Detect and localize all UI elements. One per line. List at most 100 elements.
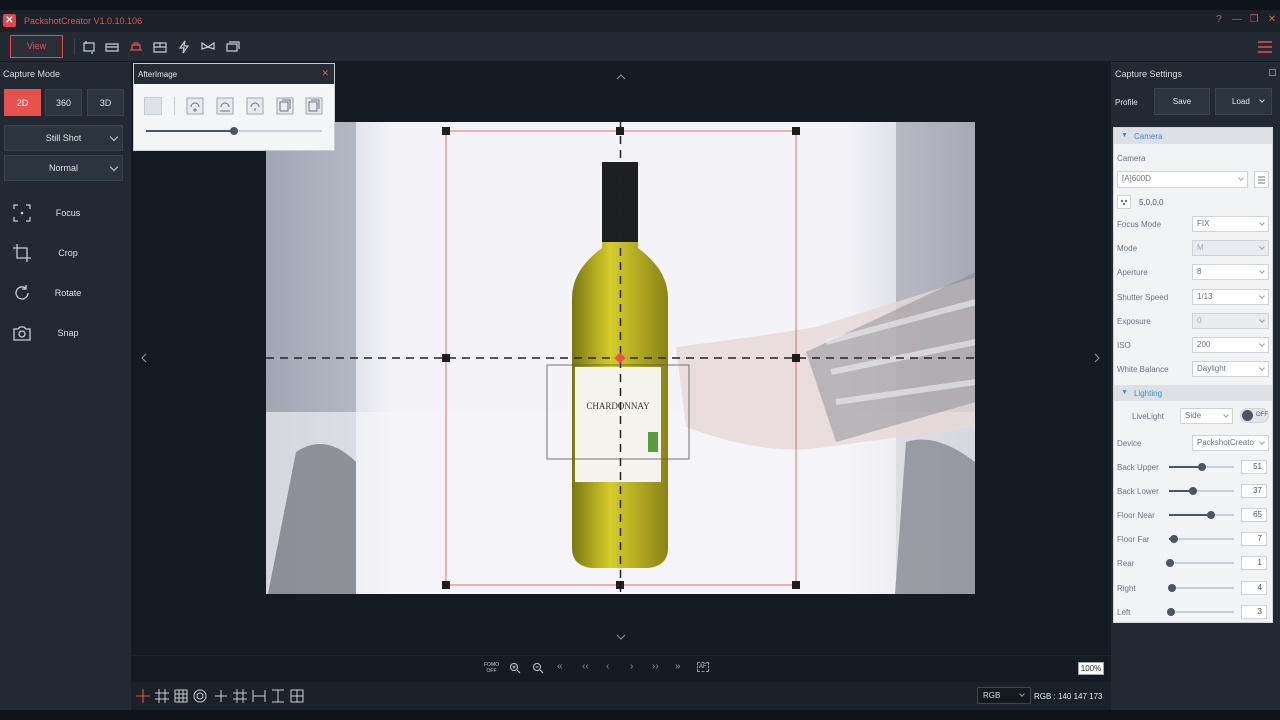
- light-slider[interactable]: [1167, 583, 1234, 592]
- center-grid-icon[interactable]: [290, 689, 304, 703]
- fomo-off-toggle[interactable]: FOMO OFF: [484, 662, 499, 674]
- load-profile-button[interactable]: Load: [1215, 88, 1272, 115]
- light-value-input[interactable]: 3: [1241, 604, 1267, 619]
- app-logo-icon: ✕: [3, 14, 16, 27]
- device-select[interactable]: PackshotCreato: [1192, 435, 1269, 451]
- camera-section-header[interactable]: ▼ Camera: [1114, 128, 1272, 144]
- camera-settings-button[interactable]: [1254, 171, 1269, 188]
- chevron-down-icon[interactable]: [615, 633, 627, 641]
- livelight-select[interactable]: Side: [1180, 408, 1233, 424]
- light-value-input[interactable]: 65: [1241, 508, 1267, 523]
- light-slider-knob[interactable]: [1169, 535, 1178, 544]
- close-button[interactable]: ✕: [1265, 14, 1279, 25]
- next-frame-icon[interactable]: ›: [630, 661, 633, 672]
- thirds-grid-icon[interactable]: [233, 689, 247, 703]
- mode-3d-button[interactable]: 3D: [87, 89, 124, 116]
- crop-tool[interactable]: Crop: [0, 240, 131, 268]
- help-button[interactable]: ?: [1212, 14, 1226, 25]
- tray-icon[interactable]: [105, 40, 119, 54]
- afterimage-close-button[interactable]: ✕: [321, 68, 329, 79]
- light-value-input[interactable]: 7: [1241, 532, 1267, 547]
- light-slider-knob[interactable]: [1189, 487, 1198, 496]
- grid-hash-icon[interactable]: [155, 689, 169, 703]
- light-slider-knob[interactable]: [1166, 607, 1175, 616]
- shot-type-select[interactable]: Still Shot: [4, 125, 123, 151]
- rotate-tool[interactable]: Rotate: [0, 280, 131, 308]
- livelight-toggle[interactable]: OFF: [1240, 408, 1269, 423]
- light-slider-knob[interactable]: [1207, 511, 1216, 520]
- light-slider-knob[interactable]: [1165, 559, 1174, 568]
- vertical-guide-icon[interactable]: [271, 689, 285, 703]
- chevron-right-icon[interactable]: [1093, 352, 1101, 364]
- chevron-up-icon[interactable]: [615, 73, 627, 81]
- afterimage-title: AfterImage: [138, 70, 178, 79]
- light-value-input[interactable]: 37: [1241, 484, 1267, 499]
- light-slider[interactable]: [1169, 463, 1234, 471]
- light-slider[interactable]: [1169, 535, 1234, 544]
- butterfly-icon[interactable]: [201, 40, 215, 54]
- crosshair-icon[interactable]: [136, 689, 150, 703]
- afterimage-opacity-slider[interactable]: [146, 127, 322, 135]
- light-slider-knob[interactable]: [1198, 463, 1207, 471]
- mode-360-button[interactable]: 360: [45, 89, 82, 116]
- save-profile-button[interactable]: Save: [1154, 88, 1210, 115]
- setting-select[interactable]: 1/13: [1192, 288, 1269, 305]
- crop-tool-icon[interactable]: [82, 40, 96, 54]
- light-value-input[interactable]: 4: [1241, 580, 1267, 595]
- autofocus-button[interactable]: AF: [697, 662, 709, 672]
- rewind-icon[interactable]: ‹‹: [582, 661, 589, 672]
- plus-guide-icon[interactable]: [214, 689, 228, 703]
- grid-dense-icon[interactable]: [174, 689, 188, 703]
- light-slider[interactable]: [1169, 511, 1234, 520]
- target-icon[interactable]: [193, 689, 207, 703]
- capture-settings-body: ▼ Camera Camera [A]600D 5,0,0,0 Focus Mo…: [1113, 127, 1273, 623]
- light-slider[interactable]: [1169, 487, 1234, 496]
- setting-select[interactable]: 8: [1192, 264, 1269, 281]
- clip-edit-icon[interactable]: [246, 97, 264, 115]
- first-frame-icon[interactable]: «: [557, 661, 563, 672]
- layers-icon[interactable]: [226, 40, 240, 54]
- live-preview-image[interactable]: CHARDONNAY: [266, 122, 975, 594]
- setting-select[interactable]: Daylight: [1192, 361, 1269, 378]
- setting-select[interactable]: FIX: [1192, 216, 1269, 232]
- copy-icon[interactable]: [276, 97, 294, 115]
- turntable-icon[interactable]: [129, 40, 143, 54]
- minimize-button[interactable]: —: [1230, 14, 1244, 25]
- menu-icon[interactable]: [1258, 41, 1272, 53]
- zoom-out-icon[interactable]: [532, 662, 544, 674]
- forward-icon[interactable]: ››: [652, 661, 659, 672]
- last-frame-icon[interactable]: »: [675, 661, 681, 672]
- position-icon[interactable]: [1117, 195, 1131, 209]
- panel-dock-icon[interactable]: [1269, 69, 1276, 76]
- clip-360-icon[interactable]: [216, 97, 234, 115]
- afterimage-header[interactable]: AfterImage ✕: [134, 64, 334, 84]
- afterimage-slider-knob[interactable]: [230, 127, 238, 135]
- light-slider-knob[interactable]: [1167, 583, 1176, 592]
- blank-layer-button[interactable]: [144, 97, 162, 115]
- clip-add-icon[interactable]: [186, 97, 204, 115]
- setting-select[interactable]: 200: [1192, 337, 1269, 353]
- chevron-left-icon[interactable]: [140, 352, 148, 364]
- flash-icon[interactable]: [177, 40, 191, 54]
- focus-tool[interactable]: Focus: [0, 200, 131, 228]
- color-mode-select[interactable]: RGB: [977, 687, 1031, 704]
- mode-2d-button[interactable]: 2D: [4, 89, 41, 116]
- quality-select[interactable]: Normal: [4, 155, 123, 181]
- horizontal-guide-icon[interactable]: [252, 689, 266, 703]
- afterimage-divider: [174, 97, 175, 115]
- light-value-input[interactable]: 51: [1241, 460, 1267, 474]
- crop-overlay[interactable]: [266, 122, 975, 594]
- snap-tool[interactable]: Snap: [0, 320, 131, 348]
- restore-button[interactable]: ❐: [1247, 14, 1261, 25]
- lighting-section-header[interactable]: ▼ Lighting: [1114, 385, 1272, 401]
- paste-icon[interactable]: [305, 97, 323, 115]
- light-value-input[interactable]: 1: [1241, 556, 1267, 571]
- zoom-in-icon[interactable]: [509, 662, 521, 674]
- light-slider[interactable]: [1165, 559, 1234, 568]
- zoom-level[interactable]: 100%: [1078, 662, 1104, 675]
- box-icon[interactable]: [153, 40, 167, 54]
- light-slider[interactable]: [1166, 607, 1234, 616]
- prev-frame-icon[interactable]: ‹: [606, 661, 609, 672]
- view-button[interactable]: View: [10, 35, 63, 58]
- camera-select[interactable]: [A]600D: [1117, 171, 1248, 188]
